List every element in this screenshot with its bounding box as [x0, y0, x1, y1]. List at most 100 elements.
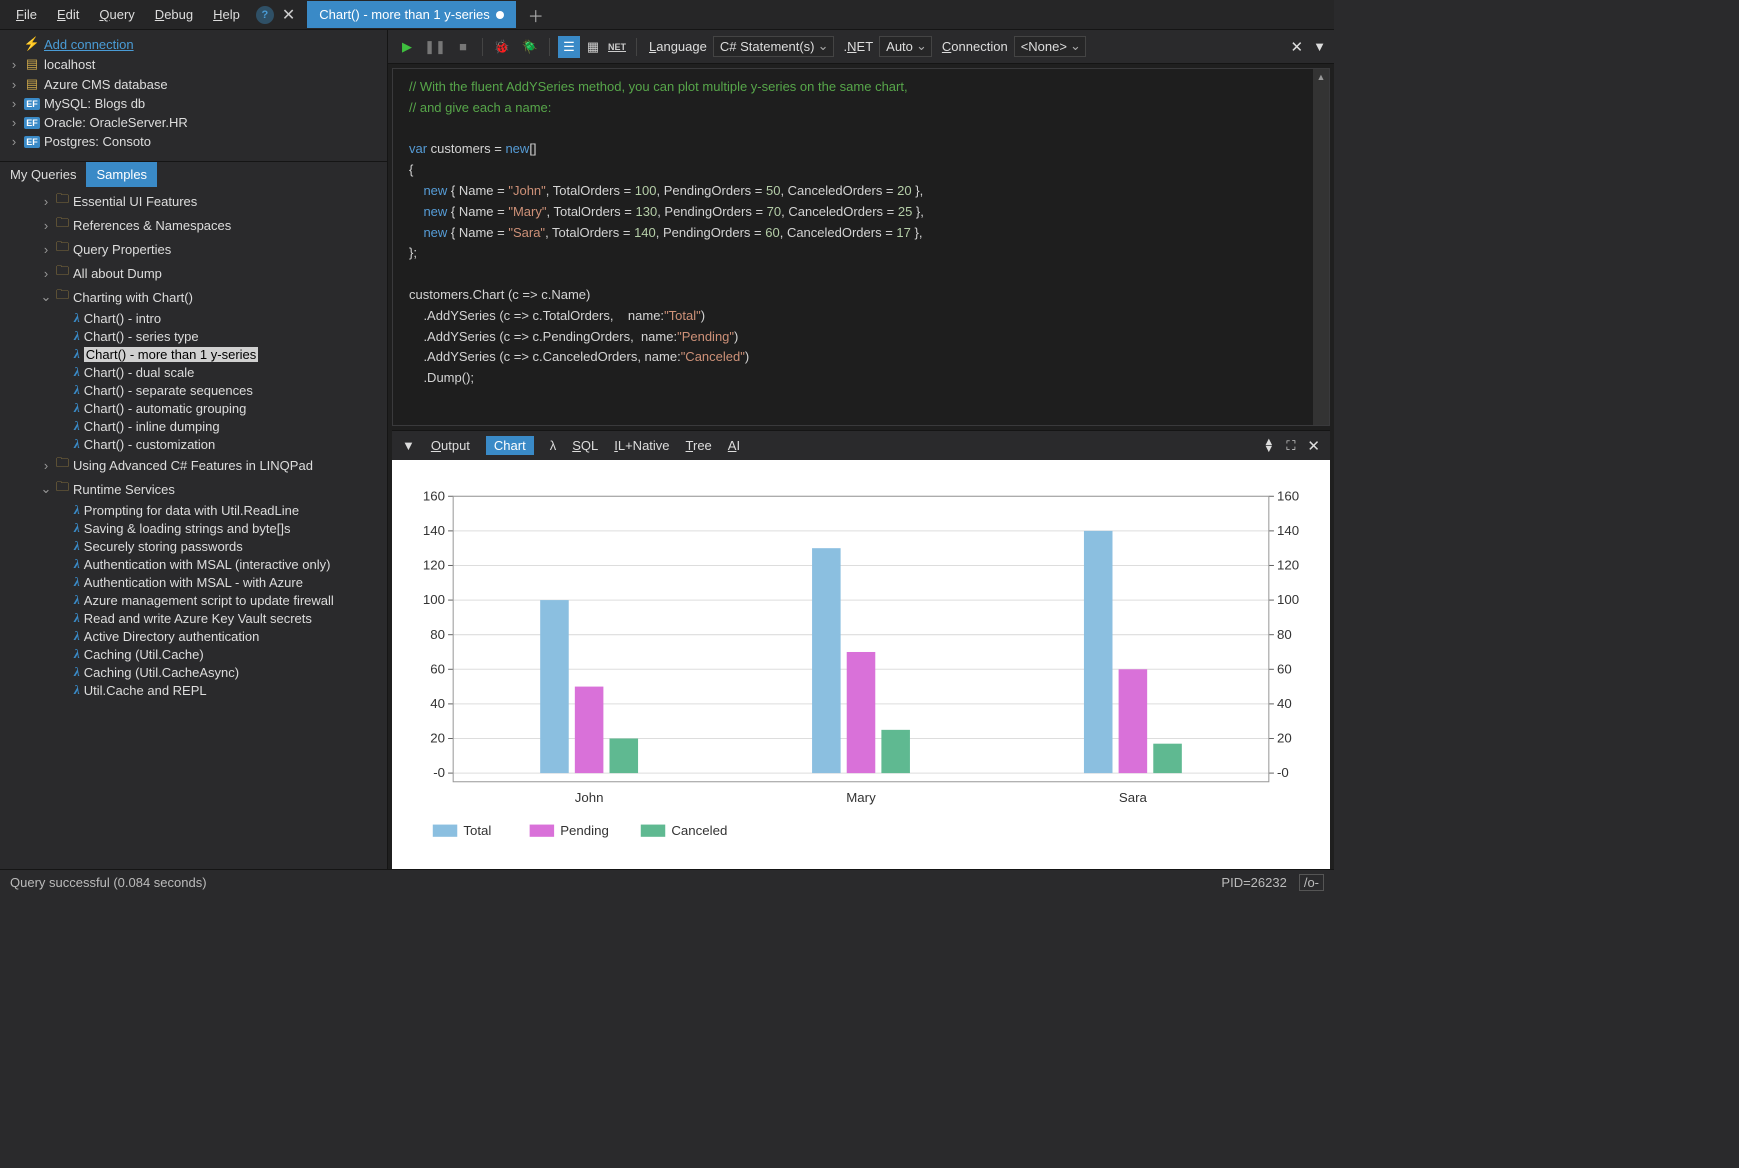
tree-item[interactable]: λAzure management script to update firew… [12, 591, 387, 609]
tree-item[interactable]: λRead and write Azure Key Vault secrets [12, 609, 387, 627]
tab-chart[interactable]: Chart [486, 436, 534, 455]
svg-text:John: John [575, 790, 604, 805]
bug-alt-icon[interactable]: 🪲 [519, 36, 541, 58]
bug-icon[interactable]: 🐞 [491, 36, 513, 58]
lambda-icon: λ [74, 574, 80, 590]
stop-button[interactable]: ■ [452, 36, 474, 58]
tree-folder[interactable]: ›🗀Essential UI Features [12, 189, 387, 213]
toolbar-close-icon[interactable]: ✕ [1291, 38, 1304, 56]
tree-item[interactable]: λChart() - inline dumping [12, 417, 387, 435]
editor-scrollbar[interactable]: ▲ [1313, 69, 1329, 425]
connection-label: MySQL: Blogs db [44, 96, 145, 111]
connection-item[interactable]: ›EFPostgres: Consoto [8, 132, 379, 151]
menu-file[interactable]: File [6, 3, 47, 26]
folder-icon: 🗀 [56, 238, 69, 260]
tree-item[interactable]: λChart() - dual scale [12, 363, 387, 381]
connection-item[interactable]: ›EFMySQL: Blogs db [8, 94, 379, 113]
view-text-button[interactable]: NET [606, 36, 628, 58]
tree-item[interactable]: λChart() - series type [12, 327, 387, 345]
tree-item[interactable]: λChart() - customization [12, 435, 387, 453]
tab-sql[interactable]: SQL [572, 438, 598, 453]
tree-item[interactable]: λCaching (Util.Cache) [12, 645, 387, 663]
dirty-indicator-icon [496, 11, 504, 19]
lambda-icon: λ [74, 310, 80, 326]
tree-item[interactable]: λAuthentication with MSAL (interactive o… [12, 555, 387, 573]
tree-item[interactable]: λUtil.Cache and REPL [12, 681, 387, 699]
view-grid-button[interactable]: ▦ [582, 36, 604, 58]
connection-item[interactable]: ›▤Azure CMS database [8, 74, 379, 94]
tree-item[interactable]: λChart() - separate sequences [12, 381, 387, 399]
editor-area: ▶ ❚❚ ■ 🐞 🪲 ☰ ▦ NET Language C# Statement… [388, 30, 1334, 869]
view-rich-button[interactable]: ☰ [558, 36, 580, 58]
item-label: Caching (Util.Cache) [84, 647, 204, 662]
code-editor[interactable]: // With the fluent AddYSeries method, yo… [392, 68, 1330, 426]
tree-folder[interactable]: ⌄🗀Charting with Chart() [12, 285, 387, 309]
close-panel-icon[interactable]: ✕ [282, 5, 295, 25]
tree-item[interactable]: λActive Directory authentication [12, 627, 387, 645]
item-label: Saving & loading strings and byte[]s [84, 521, 291, 536]
tree-item[interactable]: λSaving & loading strings and byte[]s [12, 519, 387, 537]
tree-item[interactable]: λChart() - more than 1 y-series [12, 345, 387, 363]
add-tab-button[interactable]: ＋ [516, 0, 556, 33]
plug-icon: ⚡ [24, 36, 40, 52]
svg-text:40: 40 [430, 696, 445, 711]
help-icon[interactable]: ? [256, 6, 274, 24]
folder-icon: 🗀 [56, 478, 69, 500]
pause-button[interactable]: ❚❚ [424, 36, 446, 58]
lambda-icon: λ [74, 538, 80, 554]
tab-title: Chart() - more than 1 y-series [319, 7, 490, 22]
sort-icon[interactable]: ▲▼ [1263, 439, 1274, 452]
lambda-icon: λ [74, 610, 80, 626]
tree-item[interactable]: λPrompting for data with Util.ReadLine [12, 501, 387, 519]
document-tab-active[interactable]: Chart() - more than 1 y-series [307, 1, 516, 28]
connection-item[interactable]: ›▤localhost [8, 54, 379, 74]
run-button[interactable]: ▶ [396, 36, 418, 58]
connection-select[interactable]: <None> [1014, 36, 1086, 57]
tab-il[interactable]: IL+Native [614, 438, 669, 453]
folder-icon: 🗀 [56, 454, 69, 476]
tree-folder[interactable]: ›🗀Query Properties [12, 237, 387, 261]
language-select[interactable]: C# Statement(s) [713, 36, 834, 57]
add-connection-link[interactable]: ⚡ Add connection [8, 34, 379, 54]
tree-folder[interactable]: ›🗀All about Dump [12, 261, 387, 285]
svg-text:100: 100 [1277, 592, 1299, 607]
folder-icon: 🗀 [56, 190, 69, 212]
item-label: Chart() - series type [84, 329, 199, 344]
tree-folder[interactable]: ›🗀References & Namespaces [12, 213, 387, 237]
samples-tree: ›🗀Essential UI Features›🗀References & Na… [0, 187, 387, 869]
tree-item[interactable]: λChart() - automatic grouping [12, 399, 387, 417]
tab-ai[interactable]: AI [728, 438, 740, 453]
tab-my-queries[interactable]: My Queries [0, 162, 86, 187]
svg-text:-0: -0 [433, 765, 445, 780]
menu-debug[interactable]: Debug [145, 3, 203, 26]
net-select[interactable]: Auto [879, 36, 932, 57]
folder-label: Charting with Chart() [73, 290, 193, 305]
language-label: Language [649, 39, 707, 54]
menu-query[interactable]: Query [89, 3, 144, 26]
results-collapse-icon[interactable]: ▼ [402, 438, 415, 453]
tree-item[interactable]: λ Securely storing passwords [12, 537, 387, 555]
connection-item[interactable]: ›EFOracle: OracleServer.HR [8, 113, 379, 132]
tab-samples[interactable]: Samples [86, 162, 157, 187]
results-close-icon[interactable]: ✕ [1307, 437, 1320, 455]
tab-lambda[interactable]: λ [550, 438, 557, 453]
item-label: Securely storing passwords [84, 539, 243, 554]
lambda-icon: λ [74, 364, 80, 380]
tree-folder[interactable]: ⌄🗀Runtime Services [12, 477, 387, 501]
svg-text:-0: -0 [1277, 765, 1289, 780]
sidebar-tabs: My Queries Samples [0, 161, 387, 187]
tab-output[interactable]: Output [431, 438, 470, 453]
tree-item[interactable]: λChart() - intro [12, 309, 387, 327]
tree-item[interactable]: λAuthentication with MSAL - with Azure [12, 573, 387, 591]
menu-edit[interactable]: Edit [47, 3, 89, 26]
expand-icon[interactable]: ⛶ [1286, 438, 1295, 454]
tab-tree[interactable]: Tree [686, 438, 712, 453]
connection-label: Connection [942, 39, 1008, 54]
tree-folder[interactable]: ›🗀Using Advanced C# Features in LINQPad [12, 453, 387, 477]
scroll-up-icon[interactable]: ▲ [1313, 69, 1329, 85]
tree-item[interactable]: λCaching (Util.CacheAsync) [12, 663, 387, 681]
toolbar-chevron-icon[interactable]: ▼ [1313, 39, 1326, 54]
menu-help[interactable]: Help [203, 3, 250, 26]
svg-text:Mary: Mary [846, 790, 876, 805]
folder-icon: 🗀 [56, 262, 69, 284]
